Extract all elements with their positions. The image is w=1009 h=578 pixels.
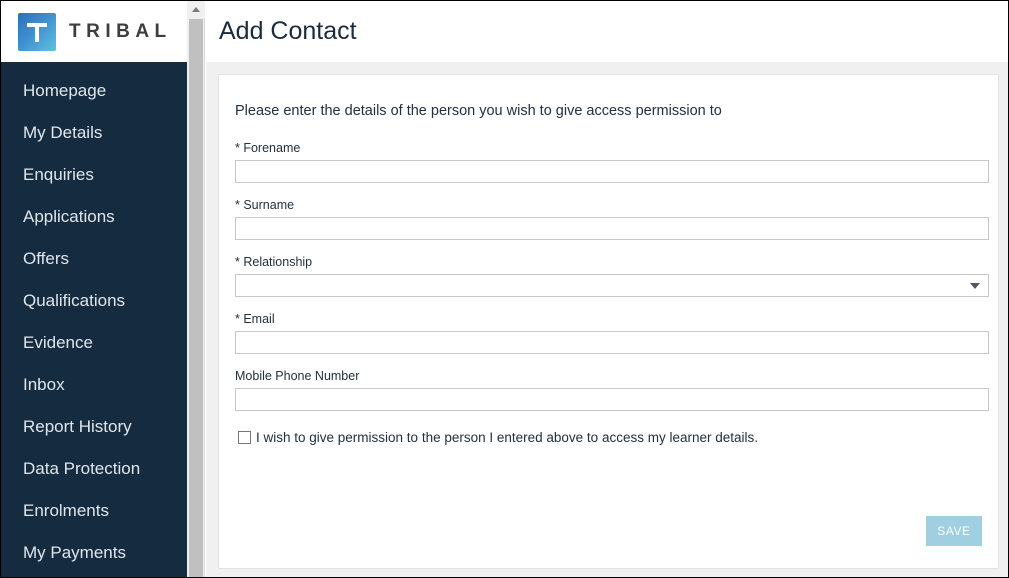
relationship-label: * Relationship bbox=[235, 255, 313, 269]
relationship-select-wrapper bbox=[235, 274, 989, 297]
sidebar-item-my-payments[interactable]: My Payments bbox=[1, 532, 187, 574]
sidebar-item-qualifications[interactable]: Qualifications bbox=[1, 280, 187, 322]
save-button[interactable]: SAVE bbox=[926, 516, 982, 546]
brand-header[interactable]: TRIBAL bbox=[1, 1, 187, 62]
sidebar-item-offers[interactable]: Offers bbox=[1, 238, 187, 280]
mobile-phone-number-input[interactable] bbox=[235, 388, 989, 411]
sidebar-item-applications[interactable]: Applications bbox=[1, 196, 187, 238]
surname-label: * Surname bbox=[235, 198, 295, 212]
sidebar-item-enquiries[interactable]: Enquiries bbox=[1, 154, 187, 196]
page-header: Add Contact bbox=[206, 1, 1008, 62]
sidebar-item-my-details[interactable]: My Details bbox=[1, 112, 187, 154]
add-contact-card: Please enter the details of the person y… bbox=[218, 74, 999, 569]
form-intro-text: Please enter the details of the person y… bbox=[235, 103, 722, 119]
brand-name: TRIBAL bbox=[69, 20, 172, 42]
relationship-select[interactable] bbox=[235, 274, 989, 297]
main-content: Add Contact Please enter the details of … bbox=[206, 1, 1008, 577]
chevron-up-icon bbox=[192, 7, 200, 12]
forename-label: * Forename bbox=[235, 141, 301, 155]
field-surname: * Surname bbox=[235, 198, 989, 240]
field-forename: * Forename bbox=[235, 141, 989, 183]
sidebar-item-report-history[interactable]: Report History bbox=[1, 406, 187, 448]
consent-label[interactable]: I wish to give permission to the person … bbox=[256, 429, 758, 446]
scrollbar-up-button[interactable] bbox=[187, 1, 205, 18]
application-window: TRIBAL Homepage My Details Enquiries App… bbox=[0, 0, 1009, 578]
logo-t-vertical-bar bbox=[35, 22, 39, 42]
field-mobile-phone-number: Mobile Phone Number bbox=[235, 369, 989, 411]
sidebar: TRIBAL Homepage My Details Enquiries App… bbox=[1, 1, 187, 577]
sidebar-item-evidence[interactable]: Evidence bbox=[1, 322, 187, 364]
consent-row: I wish to give permission to the person … bbox=[235, 429, 982, 446]
sidebar-item-inbox[interactable]: Inbox bbox=[1, 364, 187, 406]
field-email: * Email bbox=[235, 312, 989, 354]
email-input[interactable] bbox=[235, 331, 989, 354]
tribal-t-logo-icon bbox=[18, 12, 56, 51]
sidebar-item-enrolments[interactable]: Enrolments bbox=[1, 490, 187, 532]
consent-checkbox[interactable] bbox=[238, 431, 251, 444]
scrollbar-thumb[interactable] bbox=[189, 19, 203, 577]
email-label: * Email bbox=[235, 312, 275, 326]
sidebar-item-homepage[interactable]: Homepage bbox=[1, 70, 187, 112]
page-title: Add Contact bbox=[219, 17, 357, 45]
mobile-phone-number-label: Mobile Phone Number bbox=[235, 369, 360, 383]
sidebar-item-data-protection[interactable]: Data Protection bbox=[1, 448, 187, 490]
field-relationship: * Relationship bbox=[235, 255, 989, 297]
forename-input[interactable] bbox=[235, 160, 989, 183]
sidebar-nav: Homepage My Details Enquiries Applicatio… bbox=[1, 62, 187, 574]
sidebar-scrollbar[interactable] bbox=[187, 1, 205, 577]
surname-input[interactable] bbox=[235, 217, 989, 240]
